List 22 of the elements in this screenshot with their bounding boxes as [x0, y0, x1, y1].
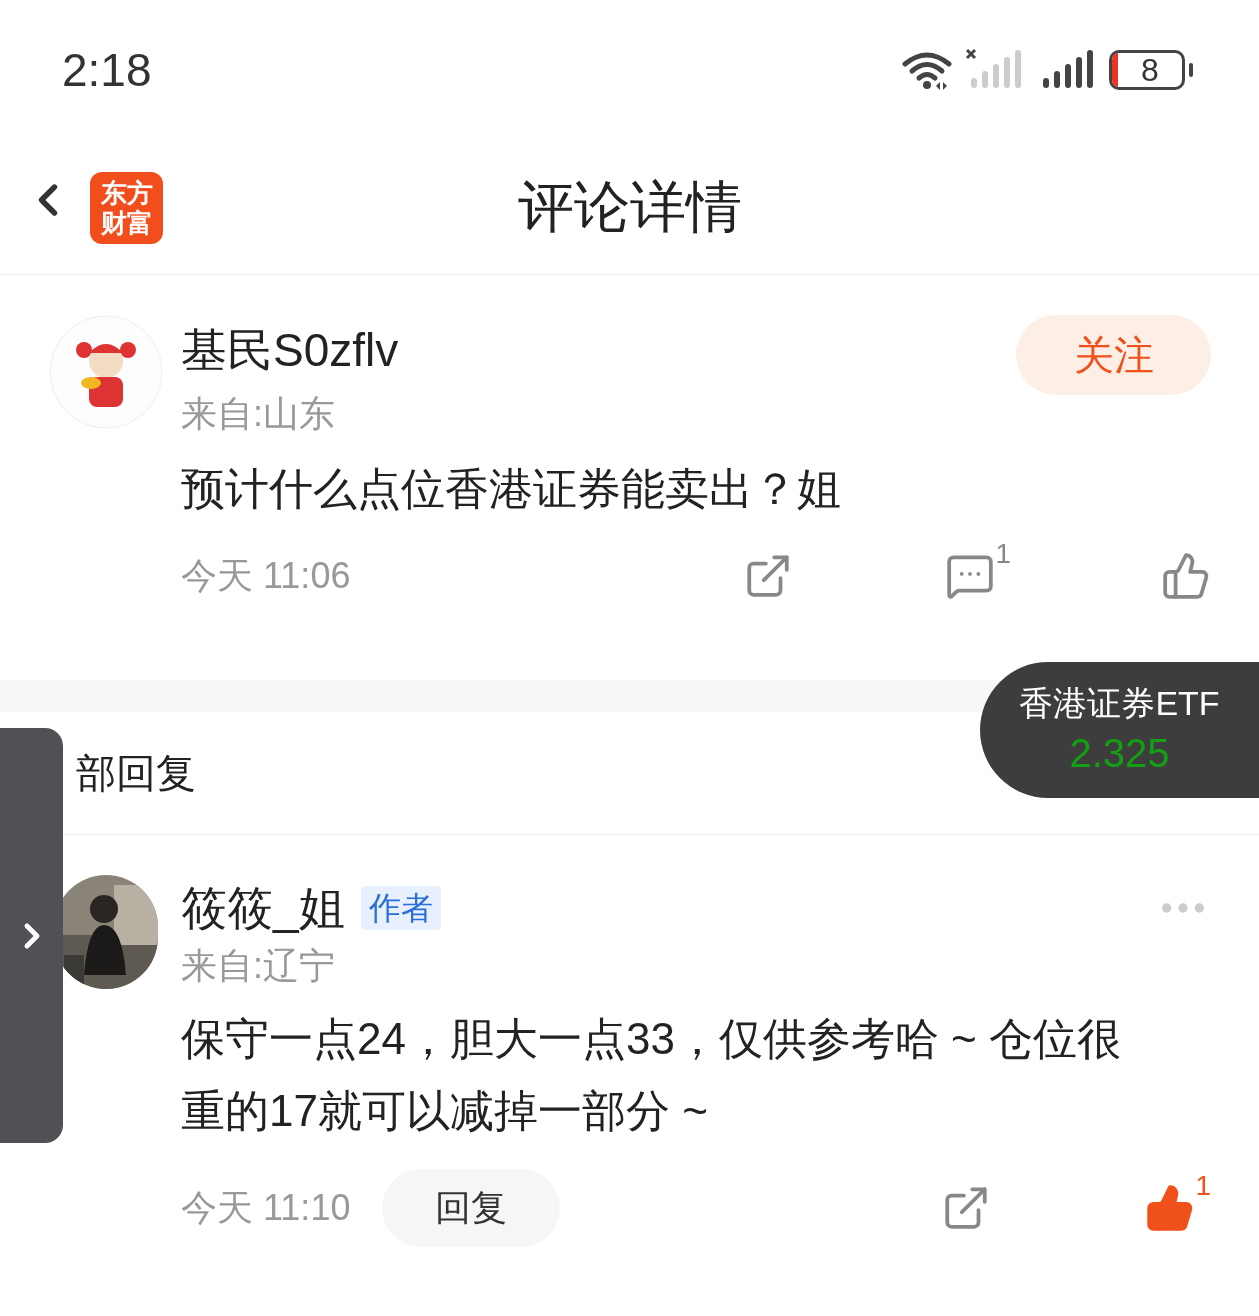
- avatar-icon: [49, 315, 163, 429]
- section-title: 部回复: [76, 750, 196, 797]
- like-icon[interactable]: [1161, 551, 1211, 601]
- status-time: 2:18: [62, 42, 152, 98]
- comment-text: 预计什么点位香港证券能卖出？姐: [181, 463, 842, 515]
- reply-text: 保守一点24，胆大一点33，仅供参考哈 ~ 仓位很重的17就可以减掉一部分 ~: [181, 1013, 1123, 1137]
- like-count: 1: [1195, 1169, 1211, 1203]
- ticker-name: 香港证券ETF: [1019, 683, 1220, 724]
- author-badge: 作者: [360, 886, 441, 930]
- app-logo: 东方 财富: [90, 172, 163, 244]
- comment-count: 1: [995, 537, 1011, 571]
- reply-button[interactable]: 回复: [382, 1169, 561, 1247]
- ticker-price: 2.325: [1069, 730, 1170, 777]
- author-name[interactable]: 基民S0zflv: [181, 315, 399, 385]
- timestamp: 今天 11:06: [181, 554, 351, 598]
- ticker-panel[interactable]: 香港证券ETF 2.325: [980, 662, 1259, 798]
- location-text: 来自:辽宁: [181, 944, 336, 988]
- page-title: 评论详情: [517, 174, 742, 240]
- wifi-icon: [901, 50, 953, 90]
- author-name[interactable]: 筱筱_姐: [181, 875, 345, 941]
- location-text: 来自:山东: [181, 392, 336, 436]
- timestamp: 今天 11:10: [181, 1186, 351, 1230]
